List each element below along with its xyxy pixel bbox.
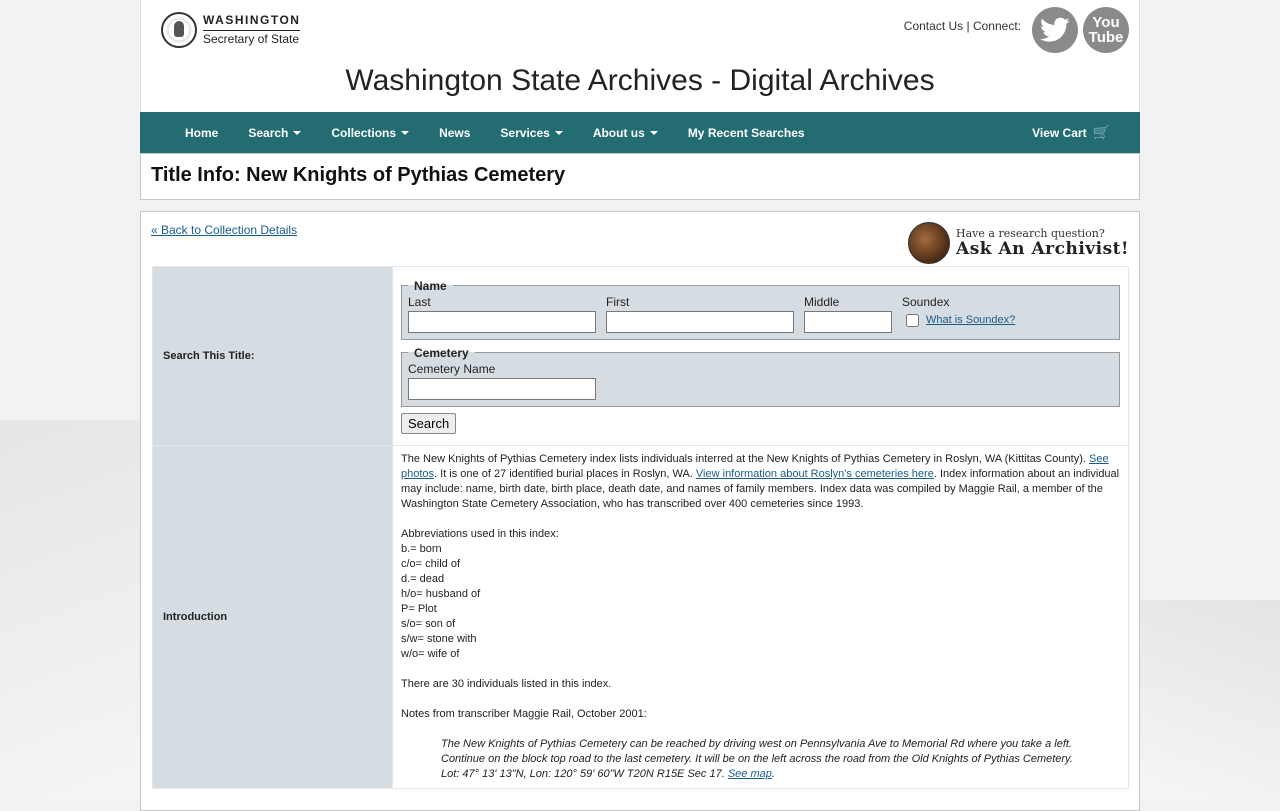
list-item: b.= born (401, 543, 442, 555)
nav-recent-searches[interactable]: My Recent Searches (688, 126, 805, 140)
contact-us-link[interactable]: Contact Us (904, 19, 963, 33)
chevron-down-icon (554, 130, 563, 135)
twitter-icon[interactable] (1032, 7, 1078, 53)
youtube-icon[interactable]: You Tube (1083, 7, 1129, 53)
background-shape (0, 420, 160, 800)
shopping-cart-icon: 🛒 (1092, 124, 1110, 140)
cemetery-name-input[interactable] (408, 377, 596, 400)
separator: | (966, 19, 970, 33)
chevron-down-icon (649, 130, 658, 135)
list-item: w/o= wife of (401, 648, 460, 660)
ask-an-archivist-banner[interactable]: Have a research question? Ask An Archivi… (908, 222, 1129, 264)
back-to-collection-link[interactable]: « Back to Collection Details (151, 223, 297, 237)
top-links: Contact Us | Connect: (904, 19, 1021, 33)
search-label: Search This Title: (152, 266, 393, 446)
background-shape (1120, 600, 1280, 800)
nav-search[interactable]: Search (248, 126, 302, 140)
directions-quote: The New Knights of Pythias Cemetery can … (441, 738, 1073, 780)
logo-line2: Secretary of State (203, 31, 300, 46)
nav-about-us[interactable]: About us (593, 126, 658, 140)
title-box: Title Info: New Knights of Pythias Cemet… (140, 153, 1140, 200)
page-title: Title Info: New Knights of Pythias Cemet… (151, 164, 566, 186)
nav-collections[interactable]: Collections (331, 126, 410, 140)
sos-logo[interactable]: WASHINGTON Secretary of State (161, 12, 301, 48)
books-icon (908, 222, 951, 264)
list-item: s/o= son of (401, 618, 456, 630)
see-map-link[interactable]: See map (728, 768, 772, 780)
chevron-down-icon (401, 130, 410, 135)
list-item: c/o= child of (401, 558, 461, 570)
page-container: WASHINGTON Secretary of State Contact Us… (140, 0, 1140, 811)
view-cart-link[interactable]: View Cart 🛒 (1032, 112, 1110, 153)
first-name-input[interactable] (606, 310, 794, 333)
middle-name-input[interactable] (804, 310, 892, 333)
logo-line1: WASHINGTON (203, 13, 301, 31)
list-item: s/w= stone with (401, 633, 477, 645)
what-is-soundex-link[interactable]: What is Soundex? (926, 314, 1015, 326)
nav-home[interactable]: Home (185, 126, 218, 140)
name-fieldset: Name Last First Middle Soundex What is S… (401, 278, 1120, 340)
last-name-input[interactable] (408, 310, 596, 333)
list-item: d.= dead (401, 573, 445, 585)
cemetery-fieldset: Cemetery Cemetery Name (401, 345, 1120, 407)
state-seal-icon (161, 12, 197, 48)
main-nav: Home Search Collections News Services Ab… (140, 112, 1140, 153)
site-title: Washington State Archives - Digital Arch… (345, 64, 935, 97)
table-row: Introduction The New Knights of Pythias … (152, 445, 1129, 789)
connect-label: Connect: (972, 19, 1021, 33)
list-item: P= Plot (401, 603, 437, 615)
abbreviations-list: Abbreviations used in this index: b.= bo… (401, 527, 1120, 662)
individual-count: There are 30 individuals listed in this … (401, 678, 612, 690)
search-button[interactable]: Search (401, 412, 457, 434)
roslyn-cemeteries-link[interactable]: View information about Roslyn's cemeteri… (696, 468, 934, 480)
chevron-down-icon (293, 130, 302, 135)
table-row: Search This Title: Name Last First Middl… (152, 266, 1129, 446)
nav-news[interactable]: News (439, 126, 470, 140)
title-info-table: Search This Title: Name Last First Middl… (152, 266, 1129, 789)
list-item: h/o= husband of (401, 588, 481, 600)
soundex-checkbox[interactable] (906, 313, 919, 327)
site-header: WASHINGTON Secretary of State Contact Us… (140, 0, 1140, 112)
transcriber-notes: Notes from transcriber Maggie Rail, Octo… (401, 708, 647, 720)
introduction-text: The New Knights of Pythias Cemetery inde… (392, 445, 1129, 789)
introduction-label: Introduction (152, 445, 393, 789)
content-panel: « Back to Collection Details Have a rese… (140, 211, 1140, 811)
nav-services[interactable]: Services (500, 126, 563, 140)
social-links: You Tube (1032, 7, 1129, 53)
